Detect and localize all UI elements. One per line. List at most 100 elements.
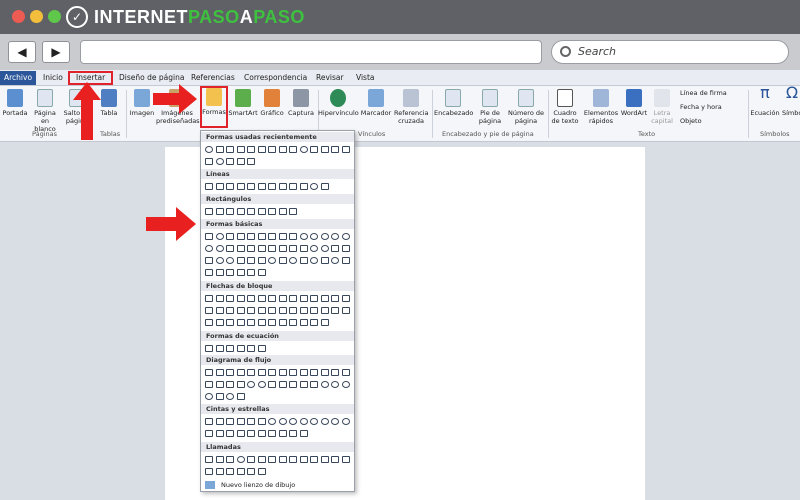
shape-row [205,255,350,265]
ecuacion-button[interactable]: π Ecuación [750,83,780,118]
maximize-window-button[interactable] [48,10,61,23]
objeto-button[interactable]: Objeto [680,117,746,125]
address-bar[interactable] [80,40,542,64]
shape-row [205,454,350,464]
search-input[interactable]: Search [551,40,789,64]
shape-row [205,466,266,476]
forward-button[interactable]: ▶ [42,41,70,63]
elementos-rapidos-button[interactable]: Elementos rápidos [582,89,620,125]
wordart-button[interactable]: WordArt [620,89,648,117]
section-rectangulos: Rectángulos [201,194,354,204]
header-icon [445,89,461,107]
smartart-button[interactable]: SmartArt [228,89,258,117]
shape-row [205,379,350,389]
imagen-button[interactable]: Imagen [128,89,156,117]
marcador-button[interactable]: Marcador [360,89,392,117]
shape-row [205,367,350,377]
page-number-icon [518,89,534,107]
section-flechas: Flechas de bloque [201,281,354,291]
menu-tabs: Archivo Inicio Insertar Diseño de página… [0,70,800,86]
formas-button[interactable]: Formas [200,86,228,128]
pi-icon: π [760,83,770,102]
window-titlebar: ✓ INTERNETPASOAPASO [0,0,800,34]
back-button[interactable]: ◀ [8,41,36,63]
shape-row [205,428,308,438]
tab-inicio[interactable]: Inicio [43,72,63,84]
cuadro-de-texto-button[interactable]: Cuadro de texto [550,89,580,125]
shape-row [205,243,350,253]
group-paginas: Páginas [32,130,58,138]
shape-row [205,305,350,315]
group-vinculos: Vínculos [358,130,386,138]
group-simbolos: Símbolos [760,130,790,138]
shape-row [205,343,266,353]
canvas-icon [205,481,215,489]
fecha-y-hora-button[interactable]: Fecha y hora [680,103,746,111]
group-encabezado: Encabezado y pie de página [442,130,534,138]
section-formas-basicas: Formas básicas [201,219,354,229]
new-canvas-item[interactable]: Nuevo lienzo de dibujo [205,481,295,489]
omega-icon: Ω [785,83,799,102]
cross-reference-icon [403,89,419,107]
footer-icon [482,89,498,107]
shape-row [205,231,350,241]
simbolo-button[interactable]: ΩSímbolo [782,83,800,118]
section-recent: Formas usadas recientemente [201,132,354,142]
captura-button[interactable]: Captura [286,89,316,117]
shapes-icon [206,88,222,106]
red-arrow-right-icon [153,84,197,114]
shapes-dropdown: Formas usadas recientemente Líneas Rectá… [200,130,355,492]
tab-referencias[interactable]: Referencias [191,72,235,84]
letra-capital-button[interactable]: Letra capital [648,89,676,125]
shape-row [205,293,350,303]
site-logo: ✓ INTERNETPASOAPASO [66,5,305,29]
shape-row [205,267,266,277]
search-icon [560,46,571,57]
numero-de-pagina-button[interactable]: Número de página [506,89,546,125]
tab-archivo[interactable]: Archivo [0,71,37,85]
tab-diseno-pagina[interactable]: Diseño de página [119,72,184,84]
separator [432,90,433,138]
drop-cap-icon [654,89,670,107]
shape-row [205,181,329,191]
close-window-button[interactable] [12,10,25,23]
red-arrow-up-icon [73,82,101,140]
blank-page-icon [37,89,53,107]
grafico-button[interactable]: Gráfico [258,89,286,117]
pagina-en-blanco-button[interactable]: Página en blanco [30,89,60,133]
ribbon: Portada Página en blanco Salto de página… [0,83,800,142]
textbox-icon [557,89,573,107]
pie-de-pagina-button[interactable]: Pie de página [474,89,506,125]
shape-row [205,391,245,401]
logo-mark-icon: ✓ [66,6,88,28]
section-ecuacion: Formas de ecuación [201,331,354,341]
shape-row [205,317,329,327]
portada-button[interactable]: Portada [2,89,28,117]
section-cintas: Cintas y estrellas [201,404,354,414]
separator [748,90,749,138]
image-icon [134,89,150,107]
hyperlink-icon [330,89,346,107]
browser-navbar: ◀ ▶ Search [0,34,800,70]
shape-row [205,156,255,166]
hipervinculo-button[interactable]: Hipervínculo [318,89,359,117]
encabezado-button[interactable]: Encabezado [434,89,473,117]
screenshot-icon [293,89,309,107]
shape-row [205,206,297,216]
group-texto: Texto [638,130,656,138]
wordart-icon [626,89,642,107]
red-arrow-right-icon [146,207,196,241]
tab-revisar[interactable]: Revisar [316,72,344,84]
referencia-cruzada-button[interactable]: Referencia cruzada [394,89,429,125]
cover-page-icon [7,89,23,107]
smartart-icon [235,89,251,107]
shape-row [205,144,350,154]
tab-correspondencia[interactable]: Correspondencia [244,72,307,84]
minimize-window-button[interactable] [30,10,43,23]
separator [548,90,549,138]
logo-text: INTERNETPASOAPASO [94,6,305,27]
section-lineas: Líneas [201,169,354,179]
separator [126,90,127,138]
linea-de-firma-button[interactable]: Línea de firma [680,89,746,97]
tab-vista[interactable]: Vista [356,72,375,84]
